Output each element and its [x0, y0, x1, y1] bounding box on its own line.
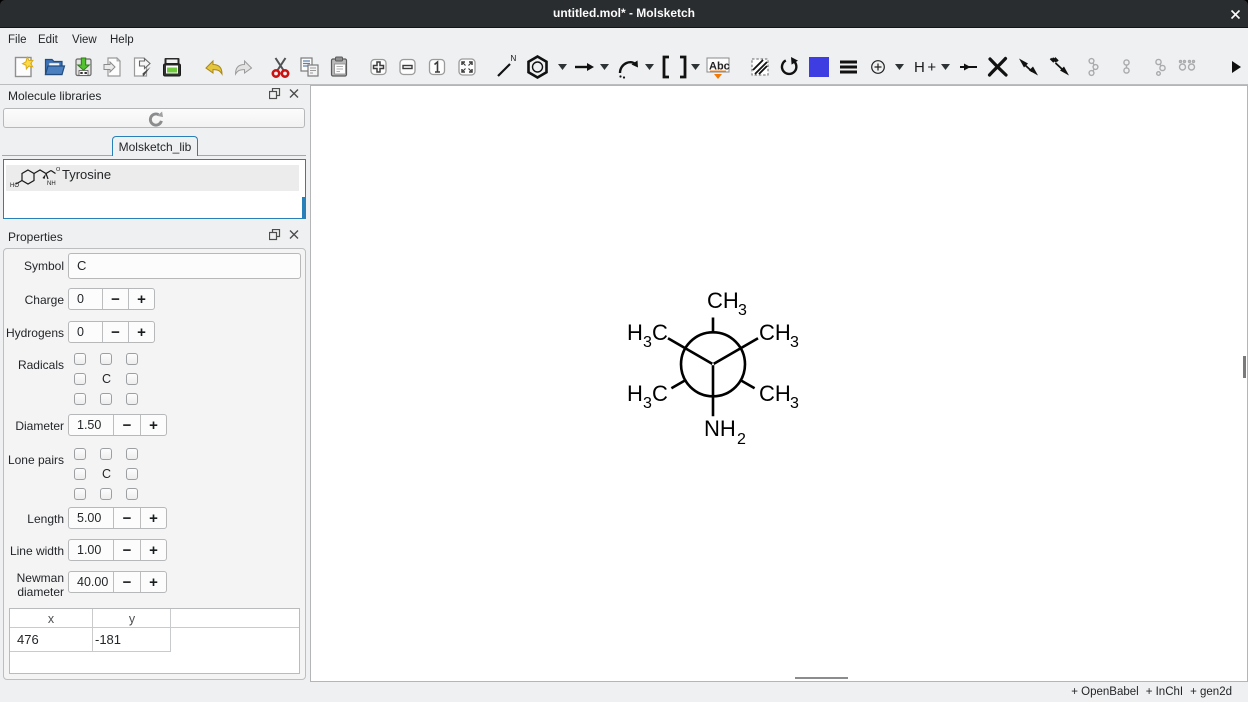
- svg-text:H: H: [627, 320, 643, 345]
- svg-text:3: 3: [643, 395, 652, 412]
- svg-text:3: 3: [790, 334, 799, 351]
- svg-text:N: N: [511, 54, 517, 63]
- svg-text:H: H: [627, 381, 643, 406]
- svg-text:2: 2: [737, 431, 746, 448]
- svg-text:HO: HO: [10, 183, 19, 189]
- svg-text:C: C: [652, 381, 668, 406]
- svg-text:NH: NH: [704, 416, 736, 441]
- svg-text:O: O: [56, 167, 61, 173]
- svg-text:CH: CH: [759, 381, 791, 406]
- svg-text:3: 3: [738, 302, 747, 319]
- svg-text:3: 3: [790, 395, 799, 412]
- svg-text:CH: CH: [707, 288, 739, 313]
- svg-text:CH: CH: [759, 320, 791, 345]
- svg-text:H+: H+: [914, 59, 939, 76]
- svg-text:NH: NH: [47, 181, 56, 187]
- svg-text:C: C: [652, 320, 668, 345]
- svg-text:3: 3: [643, 334, 652, 351]
